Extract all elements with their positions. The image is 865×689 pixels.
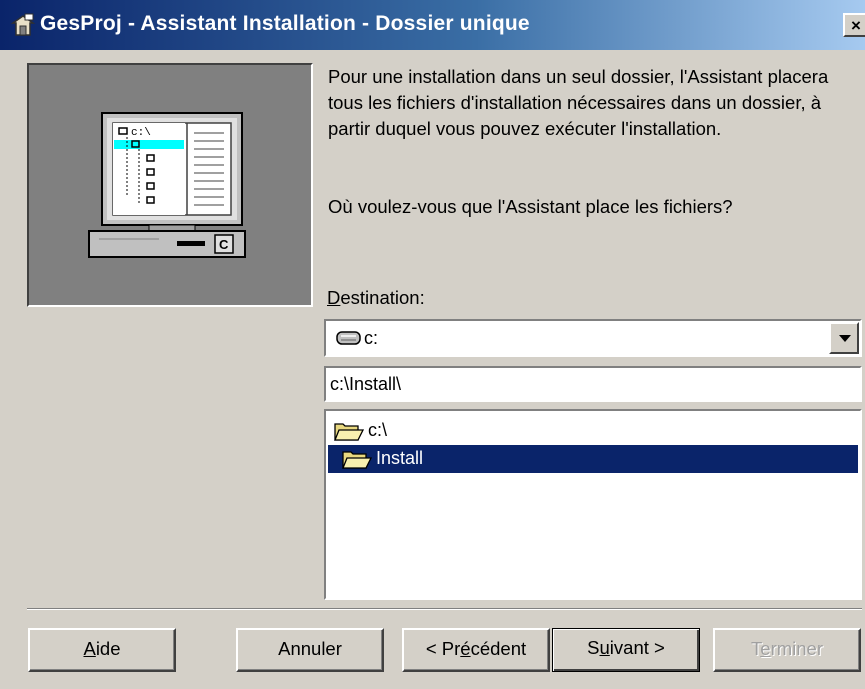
- previous-label-start: < Pr: [425, 638, 461, 659]
- previous-button[interactable]: < Précédent: [402, 628, 550, 672]
- installer-app-icon: [10, 13, 36, 37]
- installer-wizard-window: GesProj - Assistant Installation - Dossi…: [0, 0, 865, 689]
- help-button[interactable]: Aide: [28, 628, 176, 672]
- screen-drive-label: c:\: [131, 127, 151, 139]
- chevron-down-icon[interactable]: [829, 322, 859, 354]
- tree-item-label: c:\: [368, 420, 388, 440]
- finish-label-start: T: [751, 638, 761, 659]
- help-label: ide: [95, 638, 121, 659]
- computer-folder-illustration: c:\ C: [88, 112, 246, 258]
- wizard-description: Pour une installation dans un seul dossi…: [328, 66, 829, 139]
- next-button[interactable]: Suivant >: [552, 628, 700, 672]
- close-button[interactable]: ×: [843, 13, 865, 37]
- tree-item-label: Install: [376, 448, 424, 468]
- wizard-illustration: c:\ C: [27, 63, 313, 307]
- tree-item-install[interactable]: Install: [328, 445, 858, 473]
- hard-drive-icon: [336, 330, 362, 351]
- next-label-start: S: [587, 637, 600, 658]
- close-icon: ×: [851, 16, 861, 35]
- finish-accelerator: e: [760, 638, 771, 659]
- open-folder-icon: [334, 420, 365, 447]
- wizard-question: Où voulez-vous que l'Assistant place les…: [328, 196, 733, 217]
- button-separator: [27, 608, 862, 610]
- base-drive-letter: C: [219, 237, 229, 252]
- previous-accelerator: é: [460, 638, 471, 659]
- finish-label-end: rminer: [770, 638, 823, 659]
- open-folder-icon: [342, 448, 373, 475]
- cancel-label: Annuler: [278, 638, 342, 659]
- destination-label: Destination:: [327, 287, 425, 309]
- drive-select[interactable]: c:: [324, 319, 862, 357]
- drive-select-value: c:: [364, 328, 379, 348]
- cancel-button[interactable]: Annuler: [236, 628, 384, 672]
- window-title: GesProj - Assistant Installation - Dossi…: [40, 12, 530, 35]
- title-bar[interactable]: GesProj - Assistant Installation - Dossi…: [0, 0, 865, 50]
- tree-item-root[interactable]: c:\: [334, 417, 534, 445]
- next-accelerator: u: [599, 637, 610, 658]
- previous-label-end: cédent: [470, 638, 527, 659]
- destination-label-accelerator: D: [327, 287, 341, 308]
- folder-tree[interactable]: c:\ Install: [324, 409, 862, 600]
- destination-path-input[interactable]: c:\Install\: [324, 366, 862, 402]
- destination-label-text: estination:: [340, 287, 425, 308]
- finish-button[interactable]: Terminer: [713, 628, 861, 672]
- help-accelerator: A: [83, 638, 96, 659]
- next-label-end: ivant >: [609, 637, 665, 658]
